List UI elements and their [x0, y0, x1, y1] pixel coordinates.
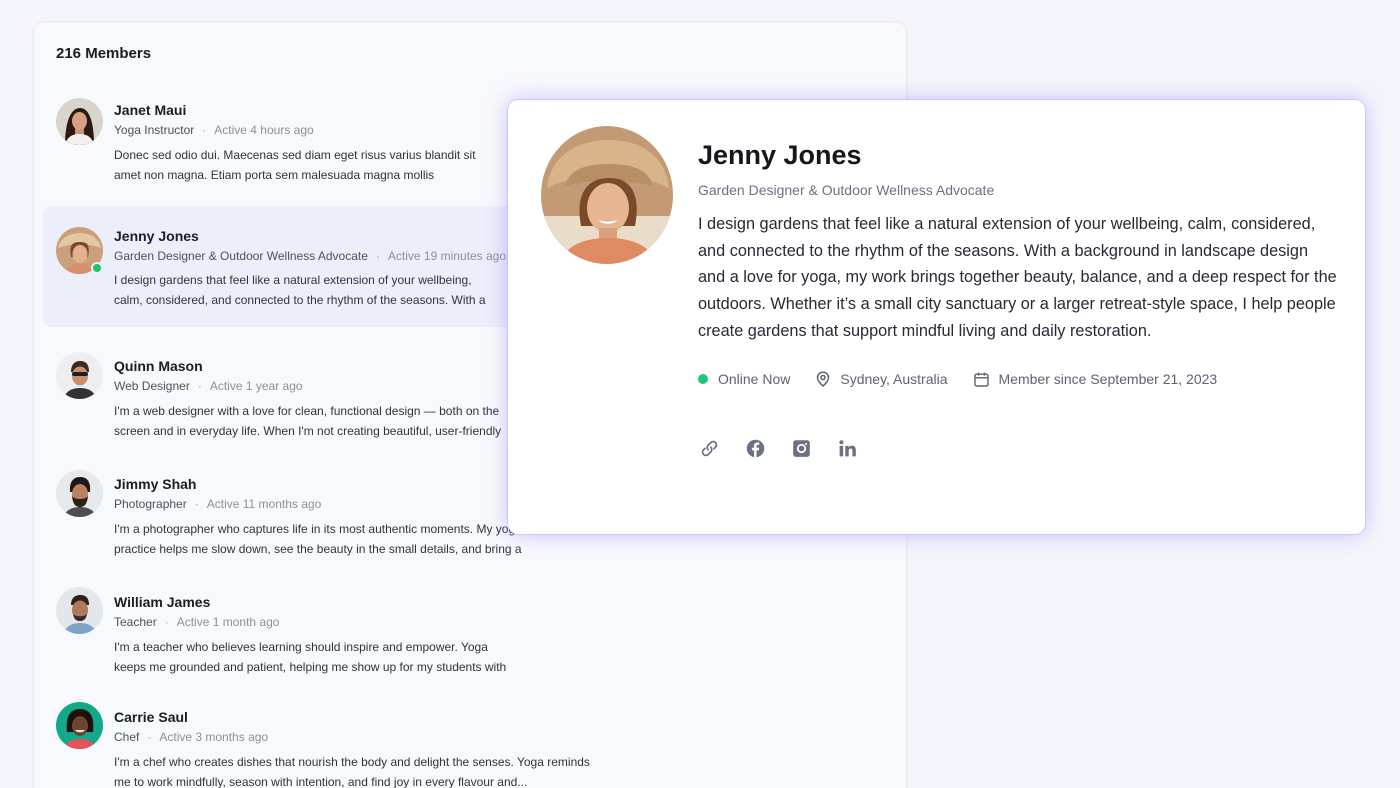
member-role: Yoga Instructor: [114, 123, 195, 137]
profile-title: Garden Designer & Outdoor Wellness Advoc…: [698, 182, 995, 198]
meta-separator: ·: [164, 615, 169, 629]
member-name[interactable]: Jimmy Shah: [114, 476, 196, 492]
member-bio: I'm a photographer who captures life in …: [114, 522, 522, 556]
profile-card: Jenny Jones Garden Designer & Outdoor We…: [508, 100, 1365, 534]
meta-separator: ·: [202, 123, 207, 137]
member-row[interactable]: Janet Maui Yoga Instructor · Active 4 hour…: [43, 87, 563, 197]
member-since-label: Member since September 21, 2023: [998, 371, 1218, 387]
member-role: Chef: [114, 730, 140, 744]
online-status-dot: [91, 262, 103, 274]
meta-separator: ·: [197, 379, 202, 393]
member-row[interactable]: William James Teacher · Active 1 month ago…: [43, 574, 563, 684]
online-dot-icon: [698, 374, 708, 384]
member-meta: Yoga Instructor · Active 4 hours ago: [114, 123, 314, 137]
avatar: [56, 352, 103, 399]
profile-name: Jenny Jones: [698, 140, 862, 170]
member-row[interactable]: Quinn Mason Web Designer · Active 1 year a…: [43, 338, 563, 448]
facebook-icon[interactable]: [744, 437, 766, 459]
avatar: [56, 470, 103, 517]
avatar: [56, 587, 103, 634]
link-icon[interactable]: [698, 437, 720, 459]
meta-separator: ·: [147, 730, 152, 744]
online-status-label: Online Now: [718, 371, 791, 387]
member-active-time: Active 4 hours ago: [214, 123, 314, 137]
location: Sydney, Australia: [816, 371, 948, 387]
member-role: Photographer: [114, 497, 187, 511]
member-meta: Chef · Active 3 months ago: [114, 730, 268, 744]
member-name[interactable]: Quinn Mason: [114, 358, 203, 374]
avatar: [56, 98, 103, 145]
member-active-time: Active 1 month ago: [176, 615, 280, 629]
location-label: Sydney, Australia: [840, 371, 948, 387]
member-active-time: Active 19 minutes ago: [387, 249, 506, 263]
member-meta: Garden Designer & Outdoor Wellness Advoc…: [114, 249, 506, 263]
member-name[interactable]: Janet Maui: [114, 102, 186, 118]
page: 216 Members Janet Maui Yoga Instructor · A…: [0, 0, 1400, 788]
member-role: Web Designer: [114, 379, 190, 393]
avatar: [56, 702, 103, 749]
members-count: 216 Members: [56, 45, 152, 62]
online-status: Online Now: [698, 371, 790, 387]
profile-details: Online Now Sydney, Australia Member sinc…: [698, 370, 1243, 388]
member-bio: I'm a web designer with a love for clean…: [114, 404, 502, 438]
member-bio: I'm a teacher who believes learning shou…: [114, 640, 507, 674]
member-meta: Photographer · Active 11 months ago: [114, 497, 321, 511]
member-active-time: Active 1 year ago: [209, 379, 303, 393]
member-since: Member since September 21, 2023: [973, 371, 1218, 387]
member-name[interactable]: Carrie Saul: [114, 709, 188, 725]
member-bio: I design gardens that feel like a natura…: [114, 273, 486, 307]
calendar-icon: [973, 372, 989, 387]
member-bio: Donec sed odio dui. Maecenas sed diam eg…: [114, 148, 476, 182]
instagram-icon[interactable]: [790, 437, 812, 459]
member-role: Teacher: [114, 615, 157, 629]
member-row-selected[interactable]: Jenny Jones Garden Designer & Outdoor We…: [43, 206, 563, 327]
social-links: [698, 437, 882, 459]
map-pin-icon: [817, 371, 830, 387]
member-bio: I'm a chef who creates dishes that nouri…: [114, 755, 590, 788]
member-active-time: Active 11 months ago: [206, 497, 322, 511]
profile-bio: I design gardens that feel like a natura…: [698, 215, 1337, 340]
member-name[interactable]: William James: [114, 594, 210, 610]
meta-separator: ·: [194, 497, 199, 511]
linkedin-icon[interactable]: [836, 437, 858, 459]
member-name[interactable]: Jenny Jones: [114, 228, 199, 244]
member-active-time: Active 3 months ago: [159, 730, 269, 744]
member-row[interactable]: Carrie Saul Chef · Active 3 months ago I'm…: [43, 689, 590, 788]
member-meta: Teacher · Active 1 month ago: [114, 615, 279, 629]
profile-avatar: [541, 126, 673, 264]
meta-separator: ·: [375, 249, 380, 263]
member-row[interactable]: Jimmy Shah Photographer · Active 11 months…: [43, 456, 563, 566]
member-role: Garden Designer & Outdoor Wellness Advoc…: [114, 249, 368, 263]
member-meta: Web Designer · Active 1 year ago: [114, 379, 303, 393]
